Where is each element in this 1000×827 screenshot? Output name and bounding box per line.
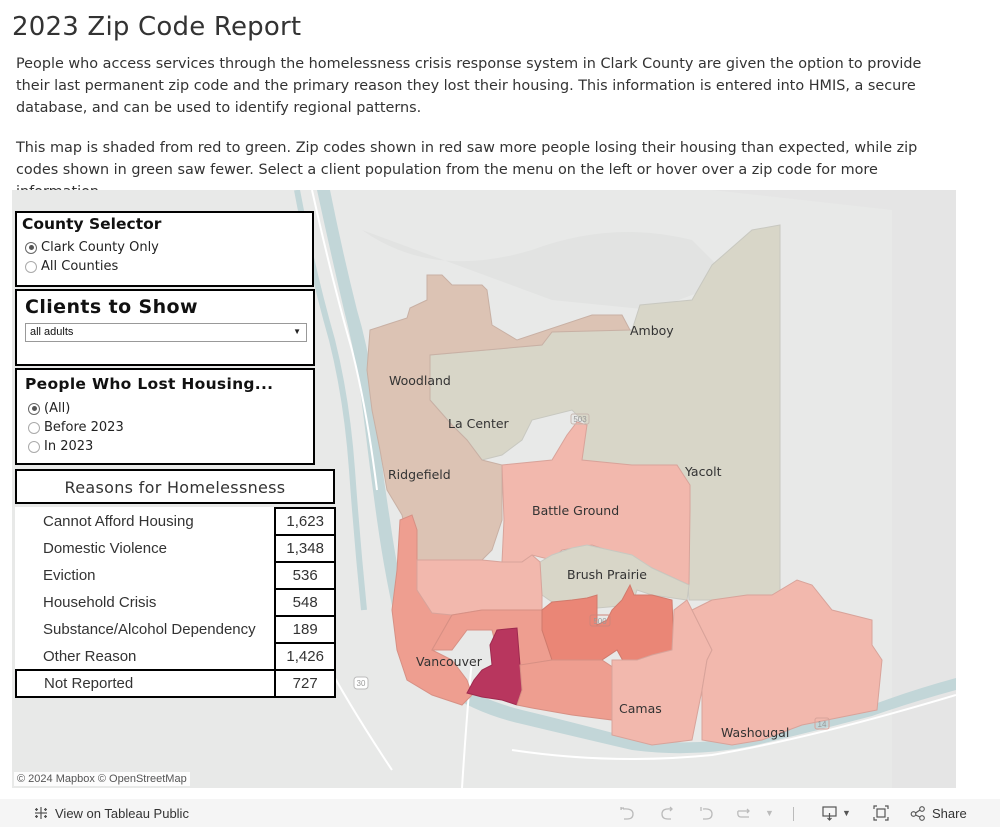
share-button[interactable]: Share bbox=[910, 804, 967, 822]
reasons-title-panel: Reasons for Homelessness bbox=[15, 469, 335, 504]
page-title: 2023 Zip Code Report bbox=[12, 12, 302, 42]
radio-label: All Counties bbox=[41, 259, 119, 274]
clients-to-show-panel: Clients to Show all adults ▼ bbox=[15, 289, 315, 366]
fullscreen-icon[interactable] bbox=[872, 804, 890, 822]
description-paragraph-1: People who access services through the h… bbox=[16, 56, 922, 116]
revert-icon[interactable] bbox=[698, 804, 716, 822]
radio-label: Clark County Only bbox=[41, 240, 159, 255]
reason-label: Household Crisis bbox=[16, 589, 277, 616]
radio-unchecked-icon[interactable] bbox=[28, 440, 40, 453]
city-label-washougal: Washougal bbox=[721, 725, 789, 740]
tableau-toolbar: View on Tableau Public ▼ ▼ Share bbox=[0, 799, 1000, 827]
toolbar-divider bbox=[793, 807, 794, 821]
city-label-la-center: La Center bbox=[448, 416, 510, 431]
reason-label: Substance/Alcohol Dependency bbox=[16, 616, 277, 643]
reason-label: Cannot Afford Housing bbox=[16, 508, 277, 535]
undo-icon[interactable] bbox=[619, 804, 637, 822]
radio-clark-county-only[interactable]: Clark County Only bbox=[25, 240, 159, 255]
refresh-dropdown-caret-icon[interactable]: ▼ bbox=[765, 804, 774, 822]
reason-count: 536 bbox=[275, 562, 336, 590]
city-label-amboy: Amboy bbox=[630, 323, 674, 338]
share-icon bbox=[910, 806, 925, 821]
radio-label: Before 2023 bbox=[44, 420, 124, 435]
table-row[interactable]: Substance/Alcohol Dependency 189 bbox=[16, 616, 336, 644]
county-selector-panel: County Selector Clark County Only All Co… bbox=[15, 211, 314, 287]
redo-icon[interactable] bbox=[658, 804, 676, 822]
highway-shield-30: 30 bbox=[353, 676, 369, 690]
clients-dropdown[interactable]: all adults ▼ bbox=[25, 323, 307, 342]
radio-in-2023[interactable]: In 2023 bbox=[28, 439, 93, 454]
lost-housing-title: People Who Lost Housing... bbox=[25, 375, 274, 393]
table-row[interactable]: Not Reported 727 bbox=[14, 669, 336, 698]
download-dropdown-caret-icon[interactable]: ▼ bbox=[842, 804, 851, 822]
radio-unchecked-icon[interactable] bbox=[28, 421, 40, 434]
share-label: Share bbox=[932, 805, 967, 821]
lost-housing-panel: People Who Lost Housing... (All) Before … bbox=[15, 368, 315, 465]
reason-count: 1,348 bbox=[275, 535, 336, 563]
reason-count: 727 bbox=[275, 669, 336, 698]
view-on-tableau-public-link[interactable]: View on Tableau Public bbox=[33, 805, 189, 821]
radio-all-counties[interactable]: All Counties bbox=[25, 259, 118, 274]
shield-label-30: 30 bbox=[357, 679, 366, 688]
radio-unchecked-icon[interactable] bbox=[25, 260, 37, 273]
map-attribution[interactable]: © 2024 Mapbox © OpenStreetMap bbox=[14, 772, 190, 786]
reason-count: 189 bbox=[275, 616, 336, 644]
table-row[interactable]: Household Crisis 548 bbox=[16, 589, 336, 617]
table-row[interactable]: Domestic Violence 1,348 bbox=[16, 535, 336, 563]
reason-count: 548 bbox=[275, 589, 336, 617]
table-row[interactable]: Cannot Afford Housing 1,623 bbox=[16, 507, 336, 536]
radio-before-2023[interactable]: Before 2023 bbox=[28, 420, 124, 435]
dropdown-caret-icon[interactable]: ▼ bbox=[293, 327, 301, 336]
reasons-table: Cannot Afford Housing 1,623 Domestic Vio… bbox=[14, 507, 336, 698]
download-icon[interactable] bbox=[821, 804, 839, 822]
clients-to-show-title: Clients to Show bbox=[25, 296, 198, 318]
shield-label-503: 503 bbox=[573, 415, 587, 424]
view-link-label: View on Tableau Public bbox=[55, 805, 189, 821]
radio-all[interactable]: (All) bbox=[28, 401, 70, 416]
county-selector-title: County Selector bbox=[22, 215, 162, 233]
shield-label-14: 14 bbox=[818, 720, 827, 729]
reason-count: 1,623 bbox=[275, 507, 336, 536]
clients-dropdown-value: all adults bbox=[30, 326, 74, 338]
tableau-logo-icon bbox=[35, 807, 47, 819]
city-label-yacolt: Yacolt bbox=[684, 464, 722, 479]
city-label-ridgefield: Ridgefield bbox=[388, 467, 451, 482]
radio-label: (All) bbox=[44, 401, 71, 416]
reason-label: Eviction bbox=[16, 562, 277, 589]
table-row[interactable]: Eviction 536 bbox=[16, 562, 336, 590]
radio-checked-icon[interactable] bbox=[25, 241, 37, 254]
radio-label: In 2023 bbox=[44, 439, 94, 454]
table-row[interactable]: Other Reason 1,426 bbox=[16, 643, 336, 671]
city-label-vancouver: Vancouver bbox=[416, 654, 483, 669]
reason-label: Not Reported bbox=[14, 669, 277, 698]
reason-label: Other Reason bbox=[16, 643, 277, 670]
city-label-woodland: Woodland bbox=[389, 373, 451, 388]
reasons-title: Reasons for Homelessness bbox=[64, 478, 286, 497]
city-label-battle-ground: Battle Ground bbox=[532, 503, 619, 518]
reason-count: 1,426 bbox=[275, 643, 336, 671]
refresh-icon[interactable] bbox=[735, 804, 755, 822]
reason-label: Domestic Violence bbox=[16, 535, 277, 562]
zip-region-vancouver-north[interactable] bbox=[416, 554, 543, 616]
city-label-brush-prairie: Brush Prairie bbox=[567, 567, 647, 582]
city-label-camas: Camas bbox=[619, 701, 662, 716]
shield-label-500: 500 bbox=[593, 617, 607, 626]
radio-checked-icon[interactable] bbox=[28, 402, 40, 415]
highway-shield-503: 503 bbox=[570, 413, 590, 425]
